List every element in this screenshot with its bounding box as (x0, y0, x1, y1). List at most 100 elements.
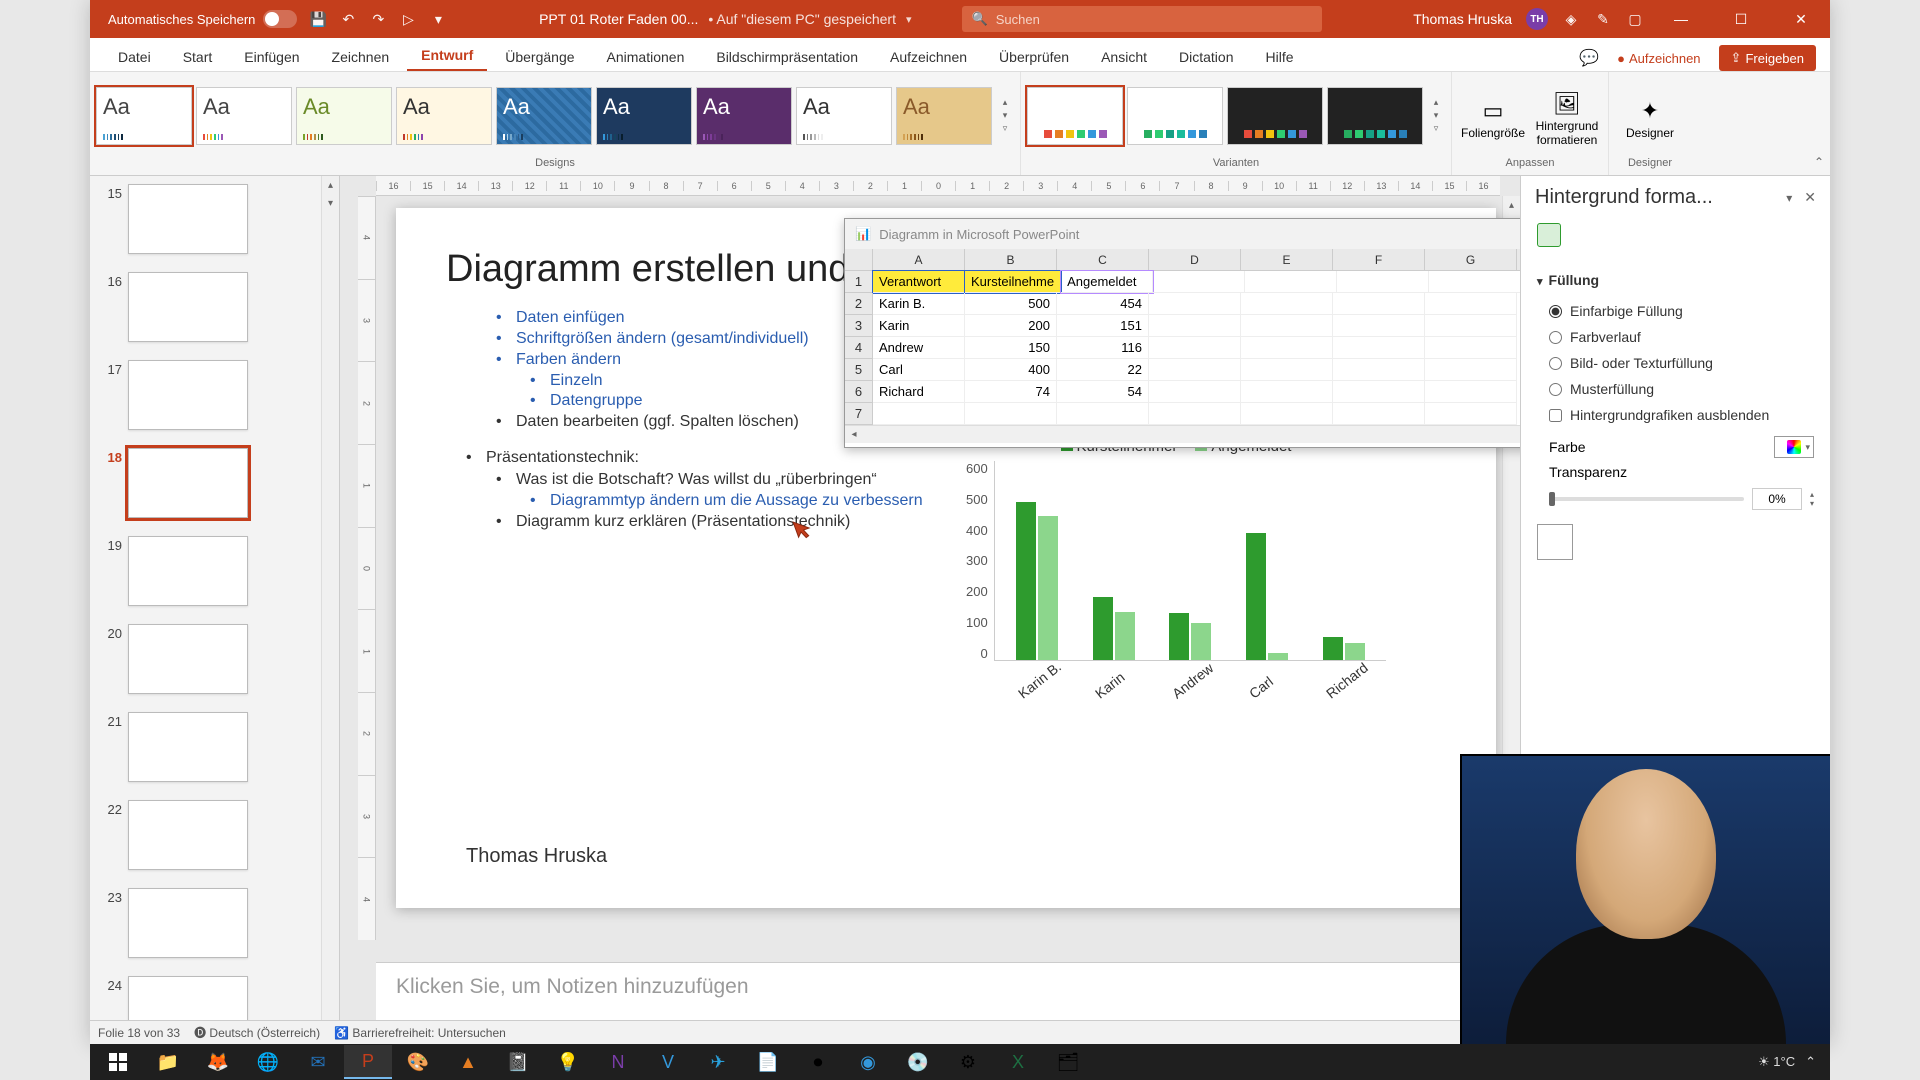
cell[interactable] (1333, 359, 1425, 381)
cell[interactable] (1333, 293, 1425, 315)
thumbs-scrollbar[interactable]: ▴ ▾ (321, 176, 339, 1020)
close-button[interactable]: ✕ (1778, 0, 1824, 38)
theme-thumb-1[interactable]: Aa (96, 87, 192, 145)
variant-thumb-2[interactable] (1127, 87, 1223, 145)
language-indicator[interactable]: 🅓 Deutsch (Österreich) (194, 1024, 320, 1041)
cell[interactable] (1149, 293, 1241, 315)
maximize-button[interactable]: ☐ (1718, 0, 1764, 38)
cell[interactable] (1333, 381, 1425, 403)
designer-button[interactable]: ✦Designer (1615, 92, 1685, 140)
cell[interactable]: Karin B. (873, 293, 965, 315)
taskbar-app-5[interactable]: 📄 (744, 1045, 792, 1079)
cell[interactable] (873, 403, 965, 425)
taskbar-vlc[interactable]: ▲ (444, 1045, 492, 1079)
search-input[interactable]: 🔍 Suchen (962, 6, 1322, 32)
opt-pattern-fill[interactable]: Musterfüllung (1537, 376, 1814, 402)
col-header[interactable]: D (1149, 249, 1241, 270)
cell[interactable] (1337, 271, 1429, 293)
taskbar-onenote[interactable]: N (594, 1045, 642, 1079)
tab-dictation[interactable]: Dictation (1165, 43, 1247, 71)
row-header[interactable]: 2 (845, 293, 873, 315)
cell[interactable]: 22 (1057, 359, 1149, 381)
section-fill[interactable]: Füllung (1537, 264, 1814, 298)
theme-thumb-6[interactable]: Aa (596, 87, 692, 145)
row-header[interactable]: 1 (845, 271, 873, 293)
variant-thumb-3[interactable] (1227, 87, 1323, 145)
tab-bildschirmpraesentation[interactable]: Bildschirmpräsentation (702, 43, 872, 71)
cell[interactable] (1057, 403, 1149, 425)
taskbar-firefox[interactable]: 🦊 (194, 1045, 242, 1079)
taskbar-explorer[interactable]: 📁 (144, 1045, 192, 1079)
slide-thumb-18[interactable]: 18 (90, 444, 321, 532)
theme-thumb-7[interactable]: Aa (696, 87, 792, 145)
tab-hilfe[interactable]: Hilfe (1251, 43, 1307, 71)
taskbar-app-6[interactable]: ◉ (844, 1045, 892, 1079)
taskbar-chrome[interactable]: 🌐 (244, 1045, 292, 1079)
row-header[interactable]: 3 (845, 315, 873, 337)
qat-more-icon[interactable]: ▾ (429, 10, 447, 28)
variant-gallery-expand[interactable]: ▴▾▿ (1427, 97, 1445, 134)
col-header[interactable]: C (1057, 249, 1149, 270)
taskbar-telegram[interactable]: ✈ (694, 1045, 742, 1079)
cell[interactable] (1241, 293, 1333, 315)
row-header[interactable]: 5 (845, 359, 873, 381)
slide-thumb-22[interactable]: 22 (90, 796, 321, 884)
slide-counter[interactable]: Folie 18 von 33 (98, 1026, 180, 1040)
cell[interactable]: 454 (1057, 293, 1149, 315)
cell[interactable] (1241, 403, 1333, 425)
cell[interactable] (1425, 315, 1517, 337)
comments-icon[interactable]: 💬 (1579, 48, 1599, 68)
cell[interactable]: Richard (873, 381, 965, 403)
pen-icon[interactable]: ✎ (1594, 10, 1612, 28)
cell[interactable]: 500 (965, 293, 1057, 315)
cell[interactable] (1241, 337, 1333, 359)
redo-icon[interactable]: ↷ (369, 10, 387, 28)
window-icon[interactable]: ▢ (1626, 10, 1644, 28)
start-button[interactable] (94, 1045, 142, 1079)
spinner-down[interactable]: ▾ (1810, 499, 1814, 508)
minimize-button[interactable]: — (1658, 0, 1704, 38)
weather-widget[interactable]: ☀ 1°C (1758, 1054, 1795, 1070)
close-icon[interactable]: ✕ (1804, 189, 1816, 206)
slide-thumb-21[interactable]: 21 (90, 708, 321, 796)
taskbar-excel[interactable]: X (994, 1045, 1042, 1079)
theme-thumb-3[interactable]: Aa (296, 87, 392, 145)
document-title[interactable]: PPT 01 Roter Faden 00... (539, 11, 698, 27)
data-grid[interactable]: ▴▾ABCDEFG1VerantwortKursteilnehmeAngemel… (845, 249, 1520, 443)
theme-thumb-9[interactable]: Aa (896, 87, 992, 145)
col-header[interactable]: F (1333, 249, 1425, 270)
tab-start[interactable]: Start (169, 43, 227, 71)
collapse-ribbon-icon[interactable]: ⌃ (1814, 155, 1824, 169)
slide-thumb-16[interactable]: 16 (90, 268, 321, 356)
share-button[interactable]: ⇪ Freigeben (1719, 45, 1816, 71)
cell[interactable] (1333, 337, 1425, 359)
taskbar-app-4[interactable]: V (644, 1045, 692, 1079)
cell[interactable]: 400 (965, 359, 1057, 381)
tab-animationen[interactable]: Animationen (593, 43, 699, 71)
taskbar-obs[interactable]: ⏺ (794, 1045, 842, 1079)
save-icon[interactable]: 💾 (309, 10, 327, 28)
cell[interactable] (1333, 403, 1425, 425)
variant-thumb-1[interactable] (1027, 87, 1123, 145)
tab-ueberpruefen[interactable]: Überprüfen (985, 43, 1083, 71)
fill-color-button[interactable]: ▾ (1774, 436, 1814, 458)
cell[interactable] (1425, 403, 1517, 425)
chevron-down-icon[interactable]: ▾ (906, 13, 912, 26)
taskbar-app-8[interactable]: 🗂 (1044, 1045, 1092, 1079)
transparency-slider[interactable] (1549, 497, 1744, 501)
taskbar-app-2[interactable]: 📓 (494, 1045, 542, 1079)
col-header[interactable]: E (1241, 249, 1333, 270)
tab-zeichnen[interactable]: Zeichnen (318, 43, 404, 71)
col-header[interactable]: A (873, 249, 965, 270)
slide-thumb-19[interactable]: 19 (90, 532, 321, 620)
slide-size-button[interactable]: ▭Foliengröße (1458, 92, 1528, 140)
tab-entwurf[interactable]: Entwurf (407, 41, 487, 71)
slide-thumb-15[interactable]: 15 (90, 180, 321, 268)
data-window-titlebar[interactable]: 📊 Diagramm in Microsoft PowerPoint ✕ (845, 219, 1520, 249)
notes-pane[interactable]: Klicken Sie, um Notizen hinzuzufügen (376, 962, 1500, 1020)
taskbar-powerpoint[interactable]: P (344, 1045, 392, 1079)
scroll-up-icon[interactable]: ▴ (1503, 196, 1520, 214)
cell[interactable] (1149, 337, 1241, 359)
cell[interactable] (1149, 315, 1241, 337)
chevron-down-icon[interactable]: ▾ (1786, 191, 1792, 205)
